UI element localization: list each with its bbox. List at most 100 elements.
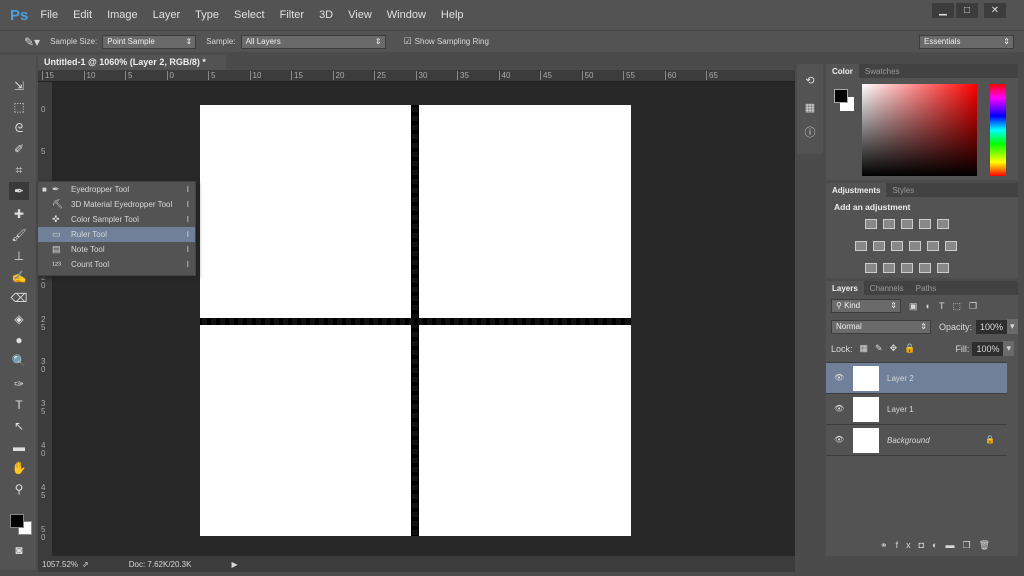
tab-swatches[interactable]: Swatches: [859, 64, 906, 78]
lock-pixels-icon[interactable]: ✎: [875, 343, 883, 354]
fill-dropdown[interactable]: ▾: [1003, 341, 1014, 356]
lock-all-icon[interactable]: 🔒: [904, 343, 915, 354]
gradient-map-icon[interactable]: [937, 263, 949, 273]
marquee-tool-icon[interactable]: ⬚: [9, 98, 29, 116]
menu-type[interactable]: Type: [195, 9, 219, 21]
flyout-item[interactable]: ¹²³ Count Tool I: [38, 257, 195, 272]
sample-select[interactable]: All Layers: [240, 34, 386, 49]
vibrance-icon[interactable]: [937, 219, 949, 229]
healing-tool-icon[interactable]: ✚: [9, 205, 29, 223]
curves-icon[interactable]: [901, 219, 913, 229]
blend-mode-select[interactable]: Normal: [831, 319, 931, 334]
dodge-tool-icon[interactable]: 🔍: [9, 352, 29, 370]
menu-select[interactable]: Select: [234, 9, 265, 21]
fill-input[interactable]: 100%: [972, 341, 1004, 356]
filter-pixel-icon[interactable]: ▣: [909, 301, 918, 312]
new-adjustment-icon[interactable]: ◐: [932, 540, 945, 550]
new-group-icon[interactable]: ▬: [945, 540, 962, 550]
document-tab[interactable]: Untitled-1 @ 1060% (Layer 2, RGB/8) * ×: [38, 55, 226, 77]
menu-file[interactable]: File: [40, 9, 58, 21]
opacity-input[interactable]: 100%: [976, 319, 1008, 334]
brush-tool-icon[interactable]: 🖌: [9, 226, 29, 244]
tab-color[interactable]: Color: [826, 64, 859, 78]
menu-filter[interactable]: Filter: [280, 9, 304, 21]
menu-3d[interactable]: 3D: [319, 9, 333, 21]
quick-mask-icon[interactable]: ◙: [9, 541, 29, 559]
minimize-button[interactable]: ▁: [932, 3, 954, 18]
properties-icon[interactable]: ▦: [797, 101, 823, 114]
posterize-icon[interactable]: [883, 263, 895, 273]
hue-slider[interactable]: [990, 84, 1006, 176]
threshold-icon[interactable]: [901, 263, 913, 273]
status-menu-arrow-icon[interactable]: ▶: [231, 560, 237, 569]
flyout-item[interactable]: ▤ Note Tool I: [38, 242, 195, 257]
link-layers-icon[interactable]: ⚭: [880, 540, 896, 550]
tab-channels[interactable]: Channels: [864, 281, 910, 295]
paint-bucket-icon[interactable]: ◈: [9, 310, 29, 328]
layer-filter-select[interactable]: ⚲ Kind: [831, 299, 901, 313]
mask-icon[interactable]: ◘: [919, 540, 932, 550]
zoom-level[interactable]: 1057.52%: [42, 560, 78, 569]
close-window-button[interactable]: ✕: [984, 3, 1006, 18]
delete-layer-icon[interactable]: 🗑: [979, 540, 998, 550]
workspace-select[interactable]: Essentials: [919, 34, 1014, 49]
eraser-tool-icon[interactable]: ⌫: [9, 289, 29, 307]
layer-row[interactable]: 👁 Background 🔒: [826, 425, 1007, 456]
blur-tool-icon[interactable]: ●: [9, 331, 29, 349]
hue-saturation-icon[interactable]: [855, 241, 867, 251]
flyout-item[interactable]: ■ ✒ Eyedropper Tool I: [38, 182, 195, 197]
opacity-dropdown[interactable]: ▾: [1007, 319, 1018, 334]
menu-edit[interactable]: Edit: [73, 9, 92, 21]
foreground-color[interactable]: [834, 89, 848, 103]
selective-color-icon[interactable]: [919, 263, 931, 273]
info-icon[interactable]: ⓘ: [797, 124, 823, 140]
menu-window[interactable]: Window: [387, 9, 426, 21]
type-tool-icon[interactable]: T: [9, 396, 29, 414]
filter-adjustment-icon[interactable]: ◐: [926, 301, 931, 311]
eyedropper-tool-icon[interactable]: ✒: [9, 182, 29, 200]
fx-icon[interactable]: fx: [896, 540, 919, 550]
menu-layer[interactable]: Layer: [153, 9, 181, 21]
tab-paths[interactable]: Paths: [910, 281, 942, 295]
color-lookup-icon[interactable]: [945, 241, 957, 251]
menu-help[interactable]: Help: [441, 9, 464, 21]
channel-mixer-icon[interactable]: [927, 241, 939, 251]
visibility-eye-icon[interactable]: 👁: [834, 404, 844, 413]
path-select-icon[interactable]: ↖: [9, 417, 29, 435]
crop-tool-icon[interactable]: ⌗: [9, 161, 29, 179]
menu-view[interactable]: View: [348, 9, 372, 21]
flyout-item[interactable]: ✜ Color Sampler Tool I: [38, 212, 195, 227]
layer-row[interactable]: 👁 Layer 1: [826, 394, 1007, 425]
color-field[interactable]: [862, 84, 977, 176]
foreground-color-swatch[interactable]: [10, 514, 24, 528]
flyout-item[interactable]: ⛏ 3D Material Eyedropper Tool I: [38, 197, 195, 212]
history-brush-icon[interactable]: ✍: [9, 268, 29, 286]
levels-icon[interactable]: [883, 219, 895, 229]
invert-icon[interactable]: [865, 263, 877, 273]
tab-adjustments[interactable]: Adjustments: [826, 183, 887, 197]
tab-styles[interactable]: Styles: [886, 183, 920, 197]
flyout-item[interactable]: ▭ Ruler Tool I: [38, 227, 195, 242]
new-layer-icon[interactable]: ❐: [962, 540, 978, 550]
visibility-eye-icon[interactable]: 👁: [834, 435, 844, 444]
color-balance-icon[interactable]: [873, 241, 885, 251]
sample-size-select[interactable]: Point Sample: [102, 34, 197, 49]
filter-shape-icon[interactable]: ⬚: [952, 301, 961, 312]
tab-layers[interactable]: Layers: [826, 281, 864, 295]
visibility-eye-icon[interactable]: 👁: [834, 373, 844, 382]
move-tool-icon[interactable]: ⇲: [9, 77, 29, 95]
photo-filter-icon[interactable]: [909, 241, 921, 251]
eyedropper-icon[interactable]: ✎▾: [24, 35, 40, 49]
black-white-icon[interactable]: [891, 241, 903, 251]
filter-type-icon[interactable]: T: [939, 301, 945, 311]
history-icon[interactable]: ⟲: [797, 74, 823, 87]
lock-position-icon[interactable]: ✥: [890, 343, 898, 354]
filter-smart-object-icon[interactable]: ❐: [969, 301, 977, 312]
maximize-button[interactable]: □: [956, 3, 978, 18]
stamp-tool-icon[interactable]: ⊥: [9, 247, 29, 265]
lock-transparency-icon[interactable]: ▦: [860, 343, 869, 354]
lasso-tool-icon[interactable]: ᘓ: [9, 119, 29, 137]
hand-tool-icon[interactable]: ✋: [9, 459, 29, 477]
menu-image[interactable]: Image: [107, 9, 138, 21]
brightness-icon[interactable]: [865, 219, 877, 229]
